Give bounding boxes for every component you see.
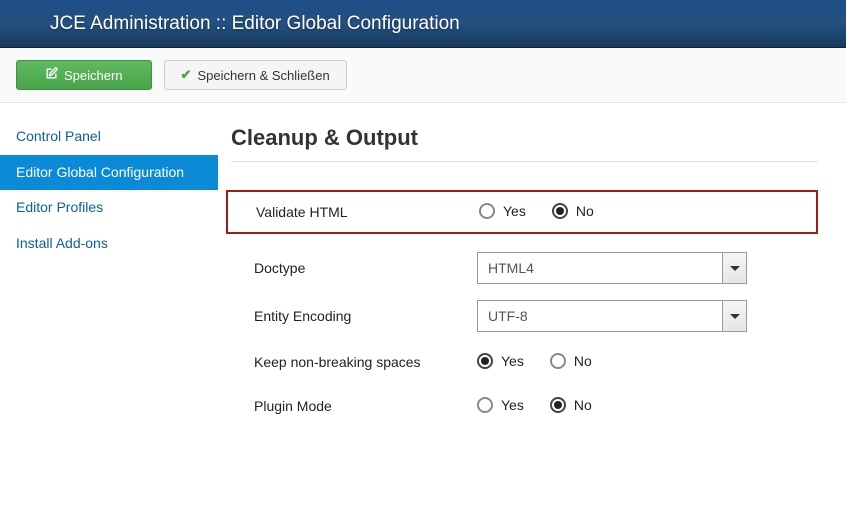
- validate-html-radiogroup: Yes No: [479, 203, 594, 219]
- field-label: Validate HTML: [234, 204, 479, 220]
- field-keep-nbsp: Keep non-breaking spaces Yes No: [226, 340, 818, 384]
- radio-label: Yes: [503, 203, 526, 219]
- sidebar-item-control-panel[interactable]: Control Panel: [0, 119, 218, 155]
- edit-icon: [45, 67, 58, 83]
- radio-label: No: [574, 397, 592, 413]
- entity-encoding-select[interactable]: UTF-8: [477, 300, 747, 332]
- sidebar-item-editor-global-config[interactable]: Editor Global Configuration: [0, 155, 218, 191]
- sidebar-item-label: Install Add-ons: [16, 235, 108, 251]
- radio-icon: [479, 203, 495, 219]
- sidebar-item-label: Editor Global Configuration: [16, 164, 184, 180]
- field-doctype: Doctype HTML4: [226, 244, 818, 292]
- save-button-label: Speichern: [64, 68, 123, 83]
- sidebar-item-label: Editor Profiles: [16, 199, 103, 215]
- section-title: Cleanup & Output: [231, 119, 818, 162]
- keep-nbsp-no-option[interactable]: No: [550, 353, 592, 369]
- radio-label: No: [574, 353, 592, 369]
- field-validate-html: Validate HTML Yes No: [226, 190, 818, 234]
- field-label: Doctype: [232, 260, 477, 276]
- chevron-down-icon: [722, 301, 746, 331]
- field-plugin-mode: Plugin Mode Yes No: [226, 384, 818, 428]
- doctype-select[interactable]: HTML4: [477, 252, 747, 284]
- radio-icon: [552, 203, 568, 219]
- keep-nbsp-yes-option[interactable]: Yes: [477, 353, 524, 369]
- validate-html-no-option[interactable]: No: [552, 203, 594, 219]
- chevron-down-icon: [722, 253, 746, 283]
- keep-nbsp-radiogroup: Yes No: [477, 353, 592, 369]
- radio-icon: [550, 353, 566, 369]
- save-button[interactable]: Speichern: [16, 60, 152, 90]
- plugin-mode-no-option[interactable]: No: [550, 397, 592, 413]
- radio-icon: [550, 397, 566, 413]
- sidebar-item-install-addons[interactable]: Install Add-ons: [0, 226, 218, 262]
- radio-label: Yes: [501, 353, 524, 369]
- field-label: Plugin Mode: [232, 398, 477, 414]
- field-label: Keep non-breaking spaces: [232, 354, 477, 370]
- save-close-button[interactable]: ✔ Speichern & Schließen: [164, 60, 347, 90]
- radio-icon: [477, 353, 493, 369]
- select-value: HTML4: [488, 260, 534, 276]
- field-entity-encoding: Entity Encoding UTF-8: [226, 292, 818, 340]
- sidebar-item-editor-profiles[interactable]: Editor Profiles: [0, 190, 218, 226]
- plugin-mode-yes-option[interactable]: Yes: [477, 397, 524, 413]
- field-label: Entity Encoding: [232, 308, 477, 324]
- select-value: UTF-8: [488, 308, 528, 324]
- action-toolbar: Speichern ✔ Speichern & Schließen: [0, 48, 846, 103]
- plugin-mode-radiogroup: Yes No: [477, 397, 592, 413]
- page-title: JCE Administration :: Editor Global Conf…: [50, 13, 460, 35]
- sidebar-item-label: Control Panel: [16, 128, 101, 144]
- save-close-button-label: Speichern & Schließen: [197, 68, 329, 83]
- radio-label: Yes: [501, 397, 524, 413]
- validate-html-yes-option[interactable]: Yes: [479, 203, 526, 219]
- radio-label: No: [576, 203, 594, 219]
- check-icon: ✔: [181, 67, 192, 83]
- app-header: JCE Administration :: Editor Global Conf…: [0, 0, 846, 48]
- sidebar-nav: Control Panel Editor Global Configuratio…: [0, 119, 218, 428]
- radio-icon: [477, 397, 493, 413]
